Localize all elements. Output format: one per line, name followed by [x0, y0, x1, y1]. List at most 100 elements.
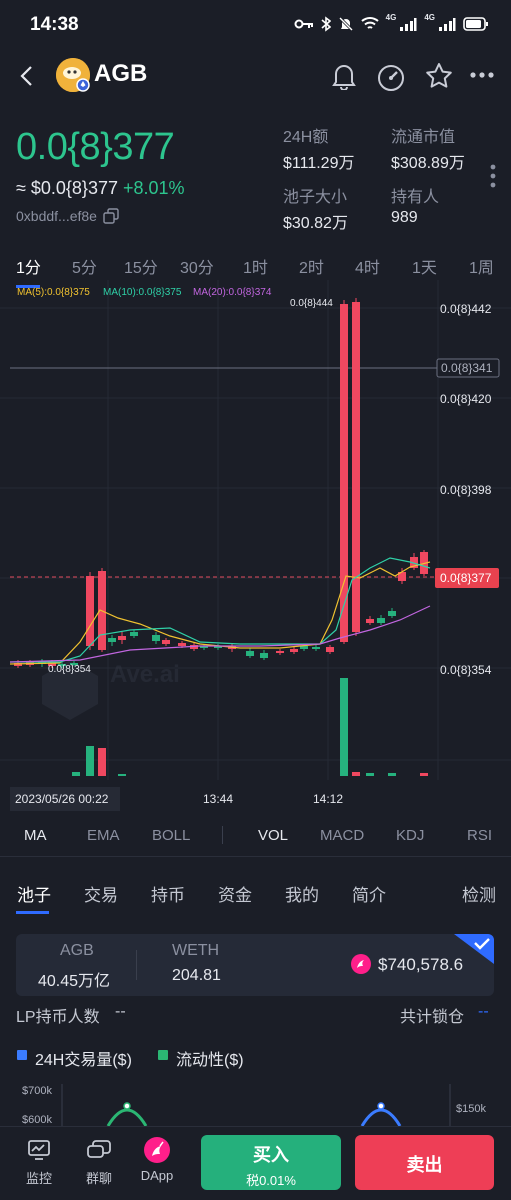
lp-holders-value: -- — [115, 1003, 126, 1020]
chart-low-label: 0.0{8}354 — [48, 664, 91, 675]
copy-icon[interactable] — [103, 208, 119, 224]
tab-holders[interactable]: 持币 — [151, 881, 185, 906]
volume-bar — [72, 772, 80, 776]
volume-bar — [118, 774, 126, 776]
timeframe-30m[interactable]: 30分 — [180, 254, 214, 278]
candle-body — [326, 647, 334, 652]
chat-icon — [87, 1140, 111, 1158]
kline-chart[interactable]: Ave.ai 0.0{8}444 0.0{8}354 0.0{8}442 0.0… — [0, 280, 511, 820]
lp-lock-value: -- — [478, 1003, 489, 1020]
dapp-unicorn-icon — [144, 1137, 170, 1163]
vertical-more-icon[interactable] — [490, 164, 496, 188]
lp-holders-label: LP持币人数 — [16, 1009, 100, 1026]
candle-body — [260, 653, 268, 658]
status-time: 14:38 — [30, 14, 79, 35]
current-price-label: 0.0{8}377 — [440, 571, 492, 585]
stat-mcap-value: $308.89万 — [391, 155, 465, 172]
pool-usd-value: $740,578.6 — [378, 955, 464, 974]
token-logo-icon — [56, 58, 90, 92]
timeframe-15m[interactable]: 15分 — [124, 254, 158, 278]
candle-body — [178, 643, 186, 646]
indicator-kdj[interactable]: KDJ — [396, 827, 424, 844]
volume-point — [377, 1102, 385, 1110]
network-label-a: 4G — [385, 13, 397, 22]
tab-intro[interactable]: 简介 — [352, 881, 386, 906]
back-icon[interactable] — [18, 64, 36, 88]
more-icon[interactable] — [470, 72, 494, 78]
token-avatar — [56, 58, 90, 92]
mini-y-700k: $700k — [22, 1085, 52, 1097]
timeframe-1h[interactable]: 1时 — [243, 254, 268, 278]
pool-card[interactable]: AGB 40.45万亿 WETH 204.81 $740,578.6 — [16, 934, 494, 996]
candle-body — [162, 640, 170, 644]
indicator-boll[interactable]: BOLL — [152, 827, 190, 844]
tab-trades[interactable]: 交易 — [84, 881, 118, 906]
buy-label: 买入 — [253, 1145, 289, 1165]
indicator-divider — [222, 826, 223, 844]
gauge-icon[interactable] — [376, 63, 406, 91]
candle-body — [312, 647, 320, 649]
mini-y-600k: $600k — [22, 1114, 52, 1126]
candle-body — [290, 649, 298, 652]
stat-pool-value: $30.82万 — [283, 215, 348, 232]
legend-liq: 流动性($) — [176, 1052, 244, 1069]
uniswap-icon — [351, 954, 371, 974]
indicator-macd[interactable]: MACD — [320, 827, 364, 844]
address-text: 0xbddf...ef8e — [16, 208, 97, 224]
timeframe-5m[interactable]: 5分 — [72, 254, 97, 278]
y-label-354: 0.0{8}354 — [440, 663, 492, 677]
timeframe-1d[interactable]: 1天 — [412, 254, 437, 278]
lp-lock-label: 共计锁仓 — [400, 1009, 465, 1026]
indicator-rsi[interactable]: RSI — [467, 827, 492, 844]
battery-icon — [463, 17, 488, 31]
y-label-442: 0.0{8}442 — [440, 302, 492, 316]
volume-bars — [72, 678, 428, 776]
x-label-date: 2023/05/26 00:22 — [15, 792, 109, 806]
contract-address[interactable]: 0xbddf...ef8e — [16, 208, 119, 224]
volume-bar — [340, 678, 348, 776]
timeframe-2h[interactable]: 2时 — [299, 254, 324, 278]
timeframe-4h[interactable]: 4时 — [355, 254, 380, 278]
stat-vol-value: $111.29万 — [283, 155, 355, 172]
candle-body — [130, 632, 138, 636]
stat-holders-label: 持有人 — [391, 189, 440, 206]
pool-divider — [136, 950, 137, 980]
legend-vol-swatch — [17, 1050, 27, 1060]
timeframe-1w[interactable]: 1周 — [469, 254, 494, 278]
key-icon — [294, 19, 313, 29]
monitor-button[interactable]: 监控 — [22, 1139, 56, 1187]
dapp-label: DApp — [140, 1168, 174, 1183]
dapp-button[interactable]: DApp — [136, 1137, 178, 1183]
buy-button[interactable]: 买入 税0.01% — [201, 1135, 341, 1190]
bell-icon[interactable] — [331, 62, 357, 90]
indicator-ema[interactable]: EMA — [87, 827, 120, 844]
crosshair-label: 0.0{8}341 — [441, 361, 493, 375]
nav-bar: AGB — [0, 52, 511, 100]
timeframe-1m[interactable]: 1分 — [16, 254, 41, 278]
stat-vol-label: 24H额 — [283, 129, 329, 146]
stat-holders-value: 989 — [391, 209, 418, 226]
candle-body — [276, 651, 284, 653]
tab-mine[interactable]: 我的 — [285, 881, 319, 906]
wifi-icon — [360, 17, 379, 29]
tab-active-indicator — [16, 911, 49, 914]
sell-button[interactable]: 卖出 — [355, 1135, 494, 1190]
monitor-label: 监控 — [25, 1171, 52, 1186]
price-change: +8.01% — [123, 178, 185, 198]
tab-pool[interactable]: 池子 — [17, 881, 51, 906]
indicator-vol[interactable]: VOL — [258, 827, 288, 844]
x-label-1412: 14:12 — [313, 792, 343, 806]
chart-high-label: 0.0{8}444 — [290, 298, 333, 309]
y-label-420: 0.0{8}420 — [440, 392, 492, 406]
group-chat-label: 群聊 — [85, 1171, 112, 1186]
tab-funds[interactable]: 资金 — [218, 881, 252, 906]
x-label-1344: 13:44 — [203, 792, 233, 806]
signal-icon-b — [439, 18, 456, 31]
indicator-ma[interactable]: MA — [24, 827, 47, 844]
volume-bar — [420, 773, 428, 776]
tab-check[interactable]: 检测 — [462, 881, 496, 906]
monitor-icon — [28, 1140, 50, 1160]
star-icon[interactable] — [425, 62, 453, 90]
status-icons: 4G 4G — [294, 13, 489, 35]
group-chat-button[interactable]: 群聊 — [82, 1139, 116, 1187]
